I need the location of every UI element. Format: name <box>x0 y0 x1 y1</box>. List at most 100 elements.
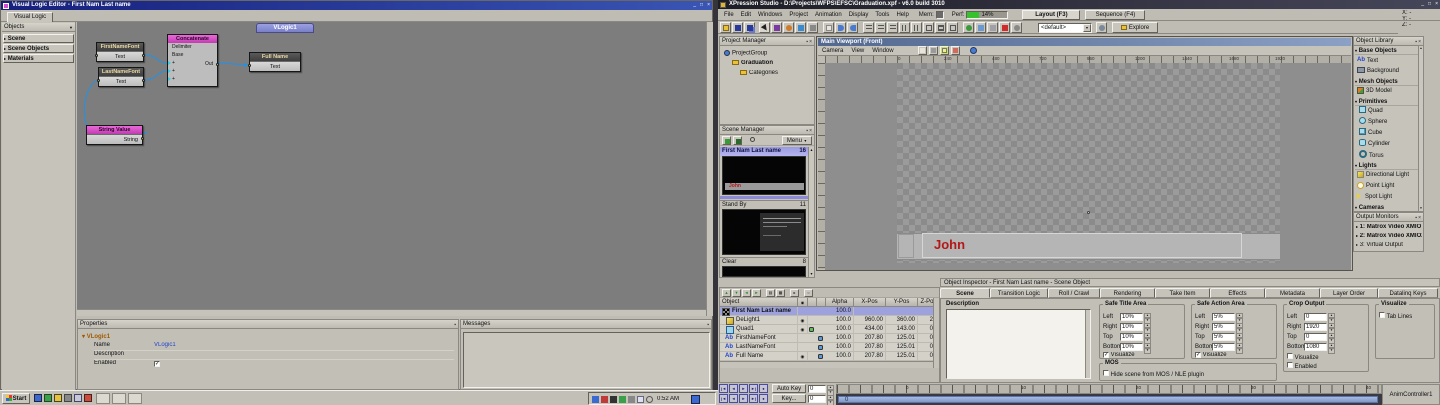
add-scene-button[interactable] <box>733 136 742 145</box>
output-pin[interactable] <box>216 63 219 66</box>
vlogic-canvas[interactable]: VLogic1 FirstNameFont Text LastNameFont … <box>77 22 713 316</box>
menu-project[interactable]: Project <box>789 12 808 18</box>
record-button[interactable] <box>999 22 1010 33</box>
stop-button-2[interactable]: ● <box>759 394 768 403</box>
library-group-primitives[interactable]: ▾ Primitives <box>1355 97 1421 106</box>
tree-item-categories[interactable]: Categories <box>740 70 778 76</box>
textarea-scrollbar[interactable] <box>1085 310 1090 378</box>
scene-text-john[interactable]: John <box>934 237 965 252</box>
sta-top-field[interactable]: Top10%▲▼ <box>1103 332 1151 341</box>
properties-group-vlogic1[interactable]: ▾ VLogic1 <box>82 333 110 340</box>
save-all-button[interactable] <box>744 22 755 33</box>
menu-edit[interactable]: Edit <box>741 12 751 18</box>
description-textarea[interactable] <box>946 309 1091 379</box>
outdent-button[interactable]: ◄ <box>742 289 751 297</box>
xp-minimize-button[interactable]: _ <box>1421 0 1424 9</box>
sta-right-field[interactable]: Right10%▲▼ <box>1103 322 1151 331</box>
column-alpha[interactable]: Alpha <box>826 298 854 307</box>
text-selection-box[interactable]: John <box>922 233 1242 258</box>
timeline-ruler[interactable]: 0 10 20 30 40 <box>836 384 1382 394</box>
column-lock[interactable] <box>808 298 817 307</box>
library-item-sphere[interactable]: Sphere <box>1357 117 1420 128</box>
tab-metadata[interactable]: Metadata <box>1265 288 1320 298</box>
move-tool-button[interactable] <box>771 22 782 33</box>
taskbar-window-button-3[interactable] <box>128 393 142 404</box>
table-row-firstnamefont[interactable]: Ab FirstNameFont 100.0 207.80 125.01 0 <box>720 334 934 343</box>
step-back-button-2[interactable]: ◄ <box>729 394 738 403</box>
layout-button[interactable]: Layout (F3) <box>1022 10 1080 20</box>
start-button[interactable]: Start <box>2 393 30 404</box>
section-scene-objects[interactable]: ▸ Scene Objects <box>3 44 74 53</box>
library-item-point-light[interactable]: Point Light <box>1357 181 1420 192</box>
property-row-enabled[interactable]: Enabled ✓ <box>94 360 454 369</box>
sta-visualize-checkbox[interactable]: ✓ Visualize <box>1103 352 1135 358</box>
viewport-title-bar[interactable]: Main Viewport (Front) <box>818 38 1351 46</box>
xp-maximize-button[interactable]: □ <box>1428 0 1431 9</box>
node-concatenate[interactable]: Concatenate Delimiter Base + + + Out <box>167 34 218 87</box>
tab-lines-checkbox[interactable]: Tab Lines <box>1379 312 1412 320</box>
rotate-tool-button[interactable] <box>783 22 794 33</box>
layers-button[interactable] <box>987 22 998 33</box>
auto-key-button[interactable]: Auto Key <box>772 384 806 393</box>
tray-icon-1[interactable] <box>592 396 599 403</box>
stop-button-1[interactable]: ● <box>759 384 768 393</box>
go-last-button-1[interactable]: ►| <box>749 384 758 393</box>
go-first-button-1[interactable]: |◄ <box>719 384 728 393</box>
object-manager-vscrollbar[interactable] <box>933 298 939 368</box>
menu-animation[interactable]: Animation <box>815 12 842 18</box>
tab-layer-order[interactable]: Layer Order <box>1320 288 1378 298</box>
viewport-alpha-button[interactable] <box>951 46 960 55</box>
select-tool-button[interactable] <box>759 22 770 33</box>
table-row-delight1[interactable]: DeLight1 ◉ 100.0 960.00 360.00 2 <box>720 316 934 325</box>
crop-enabled-checkbox[interactable]: Enabled <box>1287 362 1317 370</box>
menu-windows[interactable]: Windows <box>758 12 782 18</box>
node-fullname[interactable]: Full Name Text <box>249 52 301 72</box>
scene-item-first-nam-last-name[interactable]: First Nam Last name16 <box>720 147 808 156</box>
column-y-pos[interactable]: Y-Pos <box>886 298 918 307</box>
close-icon[interactable]: × <box>809 128 813 134</box>
library-item-torus[interactable]: Torus <box>1357 150 1420 161</box>
crop-right-field[interactable]: Right1920▲▼ <box>1287 322 1335 331</box>
vle-title-bar[interactable]: Visual Logic Editor - First Nam Last nam… <box>1 1 712 10</box>
settings-gear-button[interactable] <box>1096 22 1107 33</box>
indent-button[interactable]: ► <box>752 289 761 297</box>
timeline-bar[interactable]: 0 <box>838 396 1378 403</box>
distribute-v-button[interactable] <box>923 22 934 33</box>
globe-icon[interactable] <box>970 47 977 54</box>
library-item-spot-light[interactable]: Spot Light <box>1357 192 1420 203</box>
go-last-button-2[interactable]: ►| <box>749 394 758 403</box>
tab-roll-crawl[interactable]: Roll / Crawl <box>1048 288 1100 298</box>
monitor-item-2[interactable]: ▸ 2: Matrox Video XMIO2 ⚠ <box>1356 233 1422 239</box>
guides-button[interactable] <box>947 22 958 33</box>
close-icon[interactable]: × <box>809 39 813 45</box>
tray-icon-2[interactable] <box>601 396 608 403</box>
library-item-quad[interactable]: Quad <box>1357 106 1420 117</box>
close-icon[interactable]: × <box>1418 39 1422 45</box>
go-first-button-2[interactable]: |◄ <box>719 394 728 403</box>
tray-icon-3[interactable] <box>610 396 617 403</box>
library-item-cylinder[interactable]: Cylinder <box>1357 139 1420 150</box>
take-online-button[interactable] <box>722 136 731 145</box>
library-item-cube[interactable]: Cube <box>1357 128 1420 139</box>
library-item-text[interactable]: AbText <box>1357 55 1420 66</box>
sta-left-field[interactable]: Left10%▲▼ <box>1103 312 1151 321</box>
tab-take-item[interactable]: Take Item <box>1155 288 1210 298</box>
grid-button[interactable] <box>935 22 946 33</box>
output-pin[interactable] <box>141 137 144 140</box>
sequence-button[interactable]: Sequence (F4) <box>1085 10 1145 20</box>
viewport-menu-view[interactable]: View <box>851 48 864 54</box>
tray-icon-6[interactable] <box>637 396 644 403</box>
column-visible[interactable]: ◉ <box>798 298 808 307</box>
save-button[interactable] <box>732 22 743 33</box>
quick-launch-icon-4[interactable] <box>64 394 72 402</box>
column-logic[interactable] <box>817 298 826 307</box>
table-row-lastnamefont[interactable]: Ab LastNameFont 100.0 207.80 125.01 0 <box>720 343 934 352</box>
library-group-lights[interactable]: ▾ Lights <box>1355 161 1421 170</box>
vle-maximize-button[interactable]: □ <box>700 1 703 10</box>
tab-effects[interactable]: Effects <box>1210 288 1265 298</box>
section-materials[interactable]: ▸ Materials <box>3 54 74 63</box>
canvas-hscrollbar[interactable] <box>77 309 706 316</box>
tree-item-graduation[interactable]: Graduation <box>732 60 773 66</box>
output-pin[interactable] <box>142 54 145 57</box>
scene-thumbnail-2[interactable] <box>722 209 806 255</box>
